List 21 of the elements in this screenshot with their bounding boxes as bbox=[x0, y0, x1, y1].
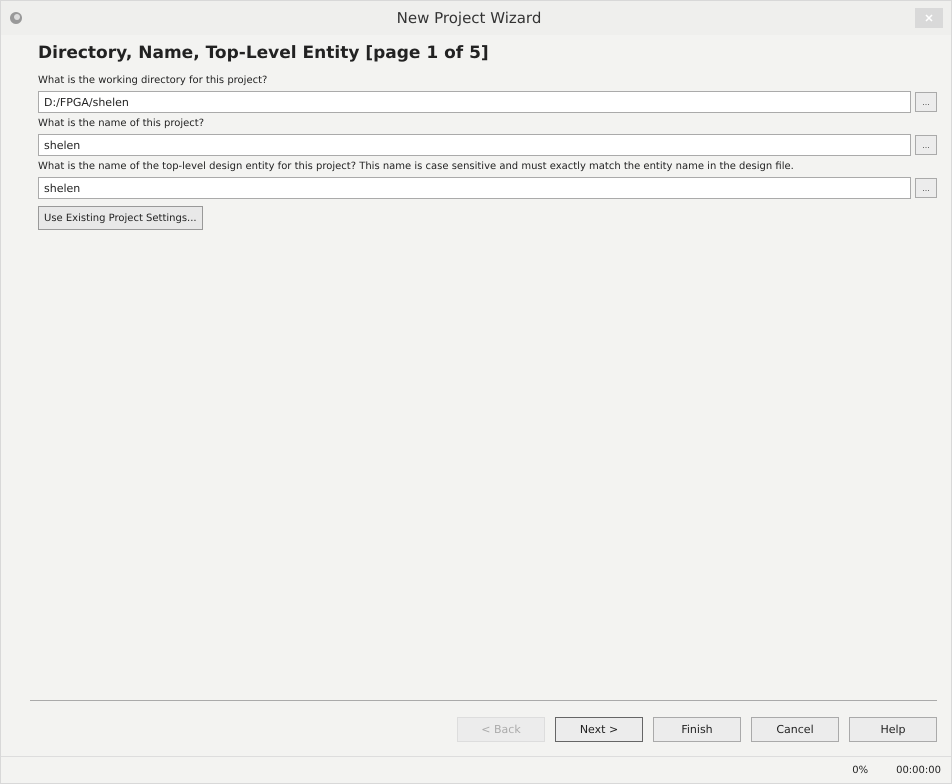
browse-button[interactable]: ... bbox=[915, 135, 937, 155]
close-button[interactable] bbox=[915, 8, 943, 28]
progress-text: 0% bbox=[852, 764, 868, 776]
input-field[interactable]: D:/FPGA/shelen bbox=[38, 91, 911, 113]
browse-button[interactable]: ... bbox=[915, 92, 937, 112]
close-icon bbox=[925, 14, 933, 22]
browse-button[interactable]: ... bbox=[915, 178, 937, 198]
window-title: New Project Wizard bbox=[396, 9, 542, 27]
field-label: What is the working directory for this project? bbox=[38, 75, 268, 86]
app-icon bbox=[9, 11, 23, 25]
field-label: What is the name of the top-level design entity for this project? This name is case sensitive and must exactly match the entity name in the design file. bbox=[38, 161, 795, 172]
input-field[interactable]: shelen bbox=[38, 134, 911, 156]
settings-button[interactable]: Use Existing Project Settings... bbox=[38, 206, 203, 230]
page-heading: Directory, Name, Top-Level Entity [page 1 of 5] bbox=[38, 43, 490, 63]
wizard-button[interactable]: Cancel bbox=[751, 717, 839, 742]
wizard-button[interactable]: Help bbox=[849, 717, 937, 742]
wizard-button[interactable]: Finish bbox=[653, 717, 741, 742]
field-label: What is the name of this project? bbox=[38, 118, 206, 129]
wizard-button[interactable]: Next > bbox=[555, 717, 643, 742]
input-field[interactable]: shelen bbox=[38, 177, 911, 199]
elapsed-time: 00:00:00 bbox=[896, 764, 941, 776]
